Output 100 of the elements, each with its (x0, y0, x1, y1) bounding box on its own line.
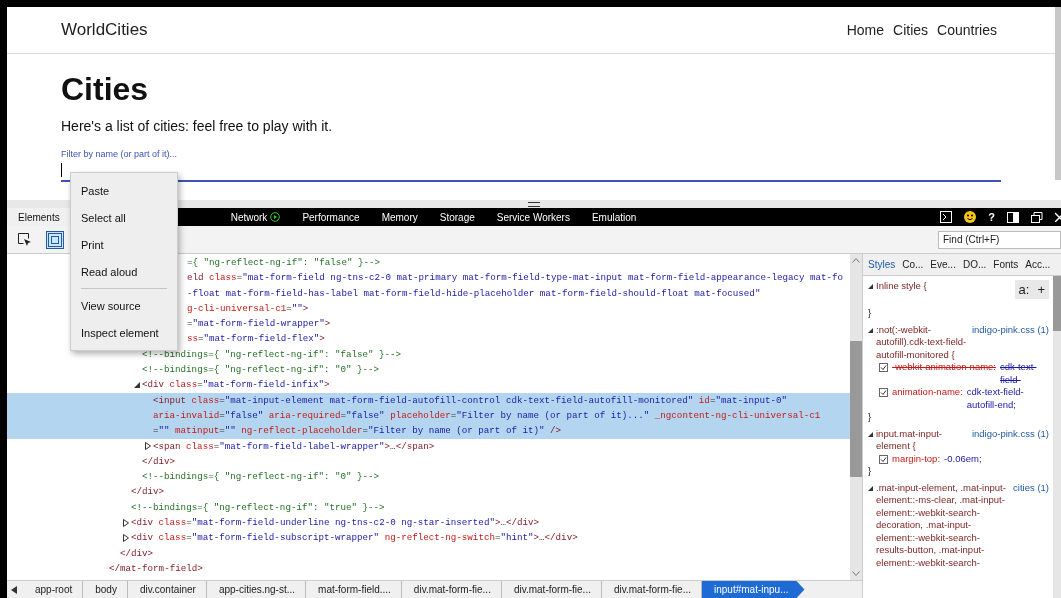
expanded-arrow-icon[interactable] (868, 327, 873, 333)
css-selector: input.mat-input-element { (876, 427, 943, 453)
code-line[interactable]: <span class="mat-form-field-label-wrapper">…</span> (153, 438, 435, 454)
expanded-arrow-icon[interactable] (868, 485, 873, 491)
code-line[interactable]: ="mat-form-field-wrapper"> (187, 316, 331, 332)
devtools-tab[interactable]: Service Workers (485, 208, 581, 226)
menu-item[interactable]: Read aloud (71, 258, 177, 285)
highlight-tool[interactable] (46, 230, 64, 249)
scroll-left-icon[interactable] (11, 585, 17, 594)
style-action-button[interactable]: a: (1018, 282, 1030, 297)
checkbox[interactable] (879, 454, 888, 464)
css-selector: .mat-input-element, .mat-input-element::-ms-clear, .mat-input-element::-webkit-search-decoration, .mat-input-element::-webkit-search-results-button, .mat-input-element::-webkit-search- (876, 481, 1007, 569)
breadcrumb-item[interactable]: div.container (127, 581, 207, 598)
property-value[interactable]: -0.06em; (944, 452, 1049, 465)
code-line[interactable]: -float mat-form-field-has-label mat-form-field-hide-placeholder mat-form-field-should-float mat-focused" (187, 285, 761, 301)
closing-brace: } (868, 465, 873, 478)
code-line[interactable]: <div class="mat-form-field-infix"> (142, 377, 330, 393)
filter-label: Filter by name (or part of it)... (61, 148, 179, 160)
breadcrumb-item[interactable]: app-cities.ng-st... (206, 581, 307, 598)
closing-brace: } (868, 307, 873, 320)
property-value[interactable]: cdk-text-field- (1000, 361, 1049, 386)
scrollbar-thumb[interactable] (850, 341, 862, 477)
code-line[interactable]: ="" matinput="" ng-reflect-placeholder="Filter by name (or part of it)" /> (153, 423, 562, 439)
expanded-arrow-icon[interactable] (133, 382, 140, 388)
styles-tab[interactable]: Eve... (930, 259, 956, 270)
expanded-arrow-icon[interactable] (868, 284, 873, 289)
collapsed-arrow-icon[interactable] (144, 442, 151, 451)
text-caret (61, 163, 62, 177)
menu-item[interactable]: Paste (71, 177, 177, 204)
expanded-arrow-icon[interactable] (868, 431, 873, 437)
scroll-down-icon[interactable] (852, 571, 860, 576)
scroll-up-icon[interactable] (852, 258, 860, 263)
dock-icon[interactable] (1007, 211, 1019, 223)
code-line[interactable]: <!--bindings={ "ng-reflect-ng-if": "true" }--> (131, 499, 385, 516)
checkbox[interactable] (879, 388, 888, 397)
help-button[interactable]: ? (988, 211, 995, 223)
dom-scrollbar[interactable] (850, 254, 862, 580)
menu-item[interactable]: Select all (71, 204, 177, 231)
breadcrumb-item[interactable]: body (83, 581, 128, 598)
devtools-tab[interactable]: Emulation (580, 208, 648, 226)
code-line[interactable]: </div> (131, 484, 165, 500)
nav-link[interactable]: Home (846, 22, 885, 38)
devtools-tab[interactable]: Memory (370, 208, 429, 226)
code-line[interactable]: </mat-form-field> (109, 560, 203, 577)
page-heading: Cities (61, 71, 150, 107)
breadcrumb-item[interactable]: app-root (23, 581, 84, 598)
closing-brace: } (868, 411, 873, 424)
breadcrumb-item[interactable]: div.mat-form-fie... (501, 581, 602, 598)
menu-item[interactable]: Inspect element (71, 319, 177, 346)
code-line[interactable]: </div> (142, 453, 176, 470)
devtools-tab[interactable]: Storage (428, 208, 486, 226)
css-selector: Inline style { (876, 280, 928, 293)
styles-tab[interactable]: Acc... (1025, 259, 1051, 270)
code-line[interactable]: eld class="mat-form-field ng-tns-c2-0 mat-primary mat-form-field-type-mat-input mat-form-field-appearance-legacy mat-fo (187, 270, 844, 286)
styles-tab[interactable]: DO... (962, 259, 987, 270)
code-line[interactable]: <input class="mat-input-element mat-form-field-autofill-control cdk-text-field-autofill-monitored" id="mat-input-0" (153, 392, 788, 408)
menu-item[interactable]: View source (71, 292, 177, 319)
code-line[interactable]: <!--bindings={ "ng-reflect-ng-if": "0" }--> (142, 362, 380, 378)
window-icon[interactable] (1031, 211, 1043, 223)
breadcrumb-item[interactable]: input#mat-inpu... (702, 581, 805, 598)
property-name[interactable]: margin-top: (892, 452, 941, 465)
code-line[interactable]: ={ "ng-reflect-ng-if": "false" }--> (187, 255, 380, 271)
collapsed-arrow-icon[interactable] (122, 518, 129, 527)
code-line[interactable]: g-cli-universal-c1=""> (187, 300, 309, 317)
styles-tab[interactable]: Fonts (993, 259, 1019, 270)
brand-title[interactable]: WorldCities (61, 20, 148, 40)
devtools-tab[interactable]: Elements (7, 208, 71, 226)
close-icon[interactable] (1055, 212, 1061, 222)
breadcrumb-item[interactable]: mat-form-field.... (306, 581, 402, 598)
smiley-icon[interactable] (964, 211, 977, 223)
breadcrumb-item[interactable]: div.mat-form-fie... (401, 581, 502, 598)
code-line[interactable]: ss="mat-form-field-flex"> (187, 331, 325, 347)
styles-tab[interactable]: Styles (868, 259, 896, 270)
devtools-tab[interactable]: Network (219, 208, 292, 226)
console-icon[interactable] (940, 211, 953, 223)
devtools-tab[interactable]: Performance (291, 208, 371, 226)
stylesheet-link[interactable]: cities (1) (1013, 481, 1049, 494)
code-line[interactable]: </div> (120, 545, 154, 561)
property-value[interactable]: cdk-text-field-autofill-end; (966, 386, 1049, 411)
style-action-button[interactable]: + (1037, 282, 1045, 297)
code-line[interactable]: <div class="mat-form-field-underline ng-tns-c2-0 ng-star-inserted">…</div> (131, 515, 540, 531)
find-field[interactable]: Find (Ctrl+F) (938, 230, 1061, 249)
stylesheet-link[interactable]: indigo-pink.css (1) (971, 427, 1049, 440)
checkbox[interactable] (879, 363, 888, 372)
styles-tab[interactable]: Co... (902, 259, 924, 270)
nav-link[interactable]: Cities (893, 22, 929, 38)
code-line[interactable]: aria-invalid="false" aria-required="false" placeholder="Filter by name (or part of it)..." _ngcontent-ng-cli-universal-c1 (153, 407, 821, 424)
property-name[interactable]: animation-name: (892, 386, 963, 399)
code-line[interactable]: <div class="mat-form-field-subscript-wrapper" ng-reflect-ng-switch="hint">…</div> (131, 530, 578, 546)
code-line[interactable]: <!--bindings={ "ng-reflect-ng-if": "false" }--> (142, 346, 402, 363)
styles-scrollbar[interactable] (1053, 276, 1061, 598)
grip-icon (528, 201, 540, 207)
page-scrollbar[interactable] (1055, 7, 1061, 180)
nav-link[interactable]: Countries (937, 22, 997, 38)
collapsed-arrow-icon[interactable] (122, 534, 129, 542)
property-name[interactable]: -webkit-animation-name: (892, 361, 996, 374)
menu-item[interactable]: Print (71, 231, 177, 258)
css-selector: :not(:-webkit-autofill).cdk-text-field-autofill-monitored { (876, 323, 968, 361)
stylesheet-link[interactable]: indigo-pink.css (1) (971, 323, 1049, 336)
code-line[interactable]: <!--bindings={ "ng-reflect-ng-if": "0" }--> (142, 469, 380, 485)
